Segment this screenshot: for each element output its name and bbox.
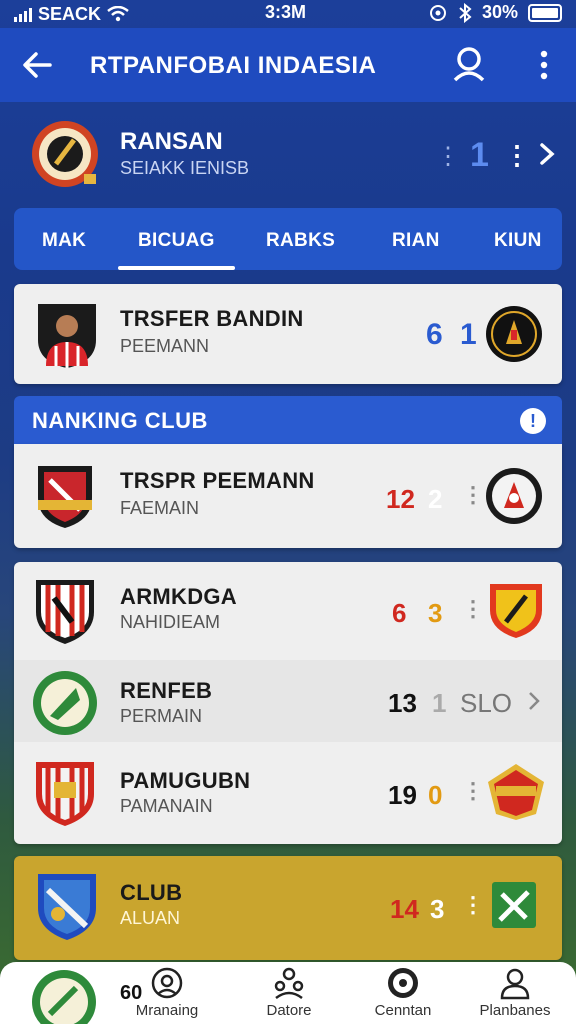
clock: 3:3M bbox=[265, 2, 307, 22]
battery-percent: 30% bbox=[481, 2, 518, 22]
row-score-away: 1 bbox=[432, 688, 447, 718]
ball-icon bbox=[388, 968, 418, 998]
tab-mak[interactable]: MAK bbox=[42, 230, 86, 252]
nav-item-planbanes[interactable]: Planbanes bbox=[460, 966, 570, 1019]
club-crest-icon bbox=[36, 580, 94, 644]
bluetooth-icon bbox=[459, 2, 472, 23]
partial-crest-icon bbox=[32, 970, 96, 1024]
row-score-away: 3 bbox=[428, 598, 443, 628]
club-crest-icon bbox=[33, 671, 97, 735]
opponent-crest-icon bbox=[486, 468, 542, 524]
row-subtitle: NAHIDIEAM bbox=[120, 612, 221, 632]
nav-label: Datore bbox=[266, 1002, 312, 1019]
signal-icon bbox=[14, 6, 32, 22]
battery-icon bbox=[528, 3, 562, 22]
active-tab-indicator bbox=[118, 266, 235, 270]
player-avatar-icon bbox=[38, 304, 96, 368]
nav-item-mranaing[interactable]: Mranaing bbox=[112, 966, 222, 1019]
ranking-title: NANKING CLUB bbox=[32, 408, 208, 433]
row-title: RENFEB bbox=[120, 678, 213, 703]
table-row[interactable]: RENFEB PERMAIN 13 1 SLO bbox=[14, 660, 562, 742]
alarm-icon bbox=[429, 4, 446, 21]
club-score-away: 3 bbox=[430, 894, 445, 924]
app-bar: RTPANFOBAI INDAESIA bbox=[0, 28, 576, 102]
club-card[interactable]: CLUB ALUAN 14 3 ⋮ bbox=[14, 856, 562, 960]
row-score-away: 0 bbox=[428, 780, 443, 810]
row-title: PAMUGUBN bbox=[120, 768, 251, 793]
featured-subtitle: PEEMANN bbox=[120, 336, 210, 356]
row-extra-label: SLO bbox=[460, 688, 513, 718]
wifi-icon bbox=[107, 6, 129, 22]
nav-item-datore[interactable]: Datore bbox=[234, 966, 344, 1019]
table-row[interactable]: TRSPR PEEMANN FAEMAIN 12 2 ⋮ bbox=[14, 444, 562, 548]
row-more-icon[interactable]: ⋮ bbox=[462, 778, 484, 804]
row-subtitle: PERMAIN bbox=[120, 706, 203, 726]
carrier-label: SEACK bbox=[38, 3, 102, 24]
featured-match-card[interactable]: TRSFER BANDIN PEEMANN 6 1 bbox=[14, 284, 562, 384]
opponent-crest-icon bbox=[492, 882, 536, 928]
opponent-crest-icon bbox=[490, 584, 542, 638]
club-crest-icon bbox=[38, 874, 96, 940]
club-crest-icon bbox=[38, 466, 92, 528]
ranking-list-card: ARMKDGA NAHIDIEAM 6 3 ⋮ RENFEB PERMAIN 1… bbox=[14, 562, 562, 844]
featured-score-away: 1 bbox=[460, 318, 477, 351]
ranking-section-header: NANKING CLUB ! bbox=[14, 396, 562, 444]
people-icon bbox=[274, 967, 304, 1000]
chevron-right-icon[interactable] bbox=[526, 690, 542, 712]
nav-label: Planbanes bbox=[479, 1002, 551, 1019]
featured-title: TRSFER BANDIN bbox=[120, 306, 304, 331]
search-icon[interactable] bbox=[450, 44, 490, 84]
profile-icon bbox=[500, 968, 530, 1000]
page-title: RTPANFOBAI INDAESIA bbox=[90, 52, 377, 79]
club-card-title: CLUB bbox=[120, 880, 183, 905]
table-row[interactable]: ARMKDGA NAHIDIEAM 6 3 ⋮ bbox=[14, 562, 562, 660]
row-score-home: 19 bbox=[388, 780, 417, 810]
tab-kiun[interactable]: KIUN bbox=[494, 230, 542, 252]
ranking-row-card: TRSPR PEEMANN FAEMAIN 12 2 ⋮ bbox=[14, 444, 562, 548]
tab-bar: MAK BICUAG RABKS RIAN KIUN bbox=[14, 208, 562, 270]
club-more-icon[interactable]: ⋮ bbox=[462, 892, 484, 918]
opponent-crest-icon bbox=[488, 764, 544, 820]
arrow-left-icon[interactable] bbox=[20, 48, 54, 82]
nav-label: Cenntan bbox=[374, 1002, 432, 1019]
chevron-right-icon[interactable] bbox=[536, 142, 558, 166]
nav-item-cenntan[interactable]: Cenntan bbox=[348, 966, 458, 1019]
nav-label: Mranaing bbox=[135, 1002, 199, 1019]
row-subtitle: PAMANAIN bbox=[120, 796, 213, 816]
club-card-subtitle: ALUAN bbox=[120, 908, 181, 928]
team-header[interactable]: RANSAN SEIAKK IENISB ⋮ 1 ⋮ bbox=[0, 102, 576, 202]
face-icon bbox=[151, 967, 183, 999]
club-score-home: 14 bbox=[390, 894, 419, 924]
team-name: RANSAN bbox=[120, 128, 223, 155]
status-bar: SEACK 3:3M 30% bbox=[0, 0, 576, 28]
tab-rabks[interactable]: RABKS bbox=[266, 230, 335, 252]
row-subtitle: FAEMAIN bbox=[120, 498, 200, 518]
team-crest-icon bbox=[32, 121, 98, 187]
team-subtitle: SEIAKK IENISB bbox=[120, 158, 250, 178]
team-more-icon[interactable]: ⋮ bbox=[504, 140, 530, 171]
row-score-home: 6 bbox=[392, 598, 407, 628]
info-icon[interactable]: ! bbox=[520, 408, 546, 434]
tab-rian[interactable]: RIAN bbox=[392, 230, 440, 252]
club-crest-icon bbox=[36, 762, 94, 826]
bottom-nav: 60 Mranaing Datore Cenntan Planbanes bbox=[0, 962, 576, 1024]
row-score-home: 12 bbox=[386, 484, 415, 514]
row-more-icon[interactable]: ⋮ bbox=[462, 482, 484, 508]
opponent-crest-icon bbox=[486, 306, 542, 362]
row-more-icon[interactable]: ⋮ bbox=[462, 596, 484, 622]
team-counter: 1 bbox=[470, 136, 489, 174]
row-score-away: 2 bbox=[428, 484, 443, 514]
row-title: ARMKDGA bbox=[120, 584, 237, 609]
featured-score-home: 6 bbox=[426, 318, 443, 351]
row-title: TRSPR PEEMANN bbox=[120, 468, 315, 493]
row-score-home: 13 bbox=[388, 688, 417, 718]
drag-handle-icon: ⋮ bbox=[436, 143, 460, 170]
table-row[interactable]: PAMUGUBN PAMANAIN 19 0 ⋮ bbox=[14, 742, 562, 844]
more-vertical-icon[interactable] bbox=[530, 48, 558, 82]
tab-bicuag[interactable]: BICUAG bbox=[138, 230, 215, 252]
